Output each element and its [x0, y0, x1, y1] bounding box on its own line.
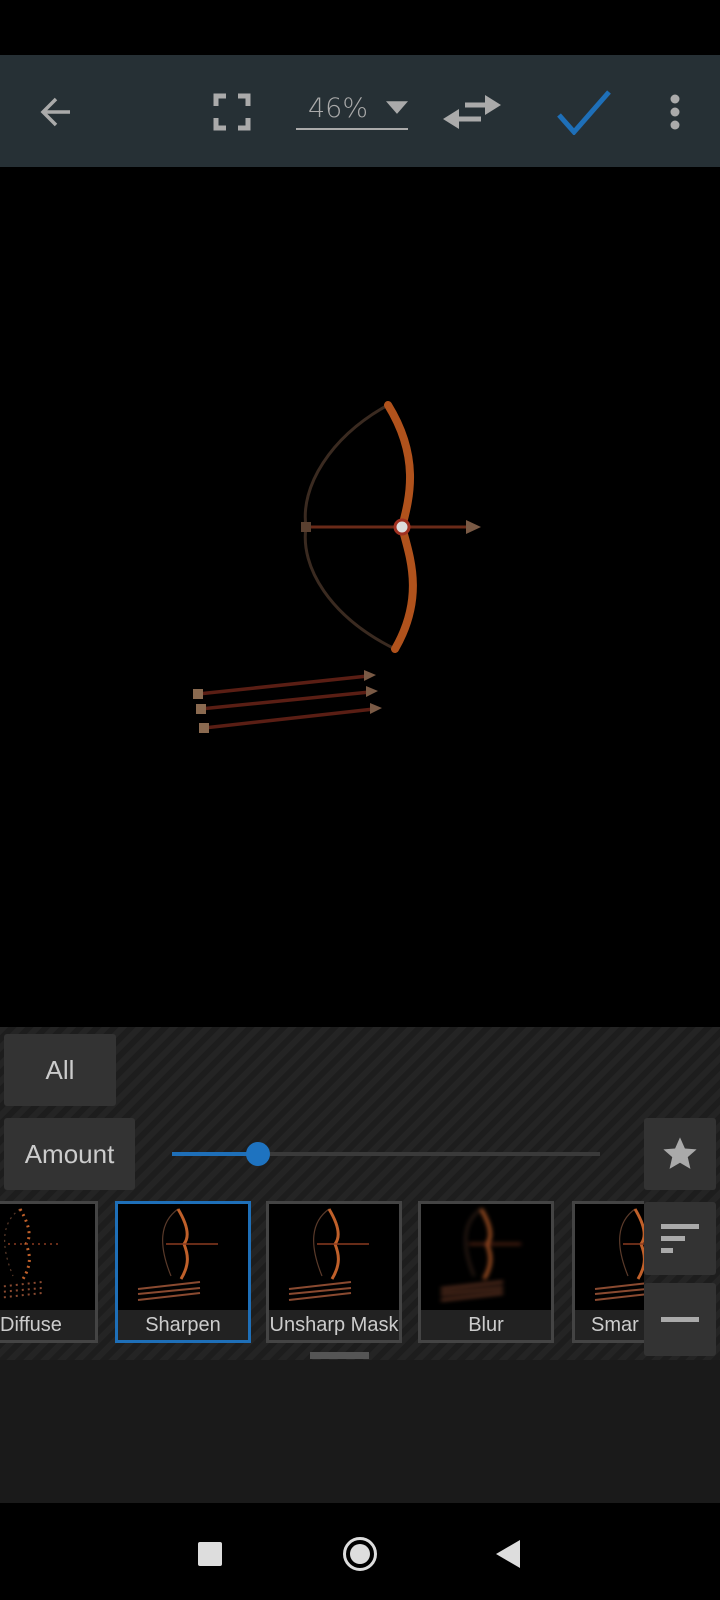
filter-preview-image — [440, 1208, 521, 1301]
dropdown-triangle-icon — [386, 101, 408, 114]
compare-button[interactable] — [438, 88, 506, 136]
amount-slider-thumb[interactable] — [245, 1142, 270, 1166]
star-icon — [663, 1137, 697, 1169]
recents-square-icon — [198, 1542, 222, 1566]
filter-thumbnail[interactable]: Diffuse — [0, 1201, 98, 1343]
filter-thumbnail[interactable]: Sharpen — [115, 1201, 251, 1343]
back-triangle-icon — [496, 1540, 520, 1568]
category-all-button[interactable]: All — [4, 1034, 116, 1106]
filter-preview-image — [0, 1208, 60, 1299]
sort-icon — [661, 1223, 699, 1253]
bow-and-arrows-image — [193, 401, 481, 733]
filter-thumbnail[interactable]: Unsharp Mask — [266, 1201, 402, 1343]
minus-icon — [661, 1316, 699, 1322]
filter-preview-image — [137, 1208, 218, 1301]
panel-drag-handle[interactable] — [310, 1352, 369, 1359]
recents-button[interactable] — [190, 1530, 230, 1578]
amount-slider-fill — [172, 1152, 258, 1156]
fullscreen-icon — [213, 93, 251, 131]
sort-button[interactable] — [644, 1202, 716, 1275]
filter-thumbnail[interactable]: Smar — [572, 1201, 644, 1343]
zoom-dropdown[interactable]: 46% — [296, 88, 408, 130]
apply-button[interactable] — [552, 84, 616, 140]
filter-label: Smar — [575, 1310, 644, 1340]
image-canvas[interactable] — [0, 167, 720, 1027]
filter-label: Diffuse — [0, 1310, 95, 1340]
checkmark-icon — [557, 90, 611, 135]
collapse-button[interactable] — [644, 1283, 716, 1356]
filter-preview-image — [288, 1208, 369, 1301]
back-nav-button[interactable] — [488, 1530, 528, 1578]
filter-thumbnail[interactable]: Blur — [418, 1201, 554, 1343]
home-button[interactable] — [336, 1530, 384, 1578]
fullscreen-button[interactable] — [208, 88, 256, 136]
filter-preview-image — [594, 1208, 644, 1301]
favorite-button[interactable] — [644, 1118, 716, 1190]
back-button[interactable] — [30, 88, 82, 136]
more-options-button[interactable] — [660, 88, 690, 136]
filter-label: Unsharp Mask — [269, 1310, 399, 1340]
back-arrow-icon — [40, 97, 70, 127]
more-vert-icon — [670, 94, 680, 130]
filter-label: Sharpen — [118, 1310, 248, 1340]
swap-icon — [443, 95, 501, 129]
amount-parameter-button[interactable]: Amount — [4, 1118, 135, 1190]
zoom-level: 46% — [308, 92, 369, 124]
home-circle-icon — [343, 1537, 377, 1571]
filter-label: Blur — [421, 1310, 551, 1340]
panel-background — [0, 1360, 720, 1503]
